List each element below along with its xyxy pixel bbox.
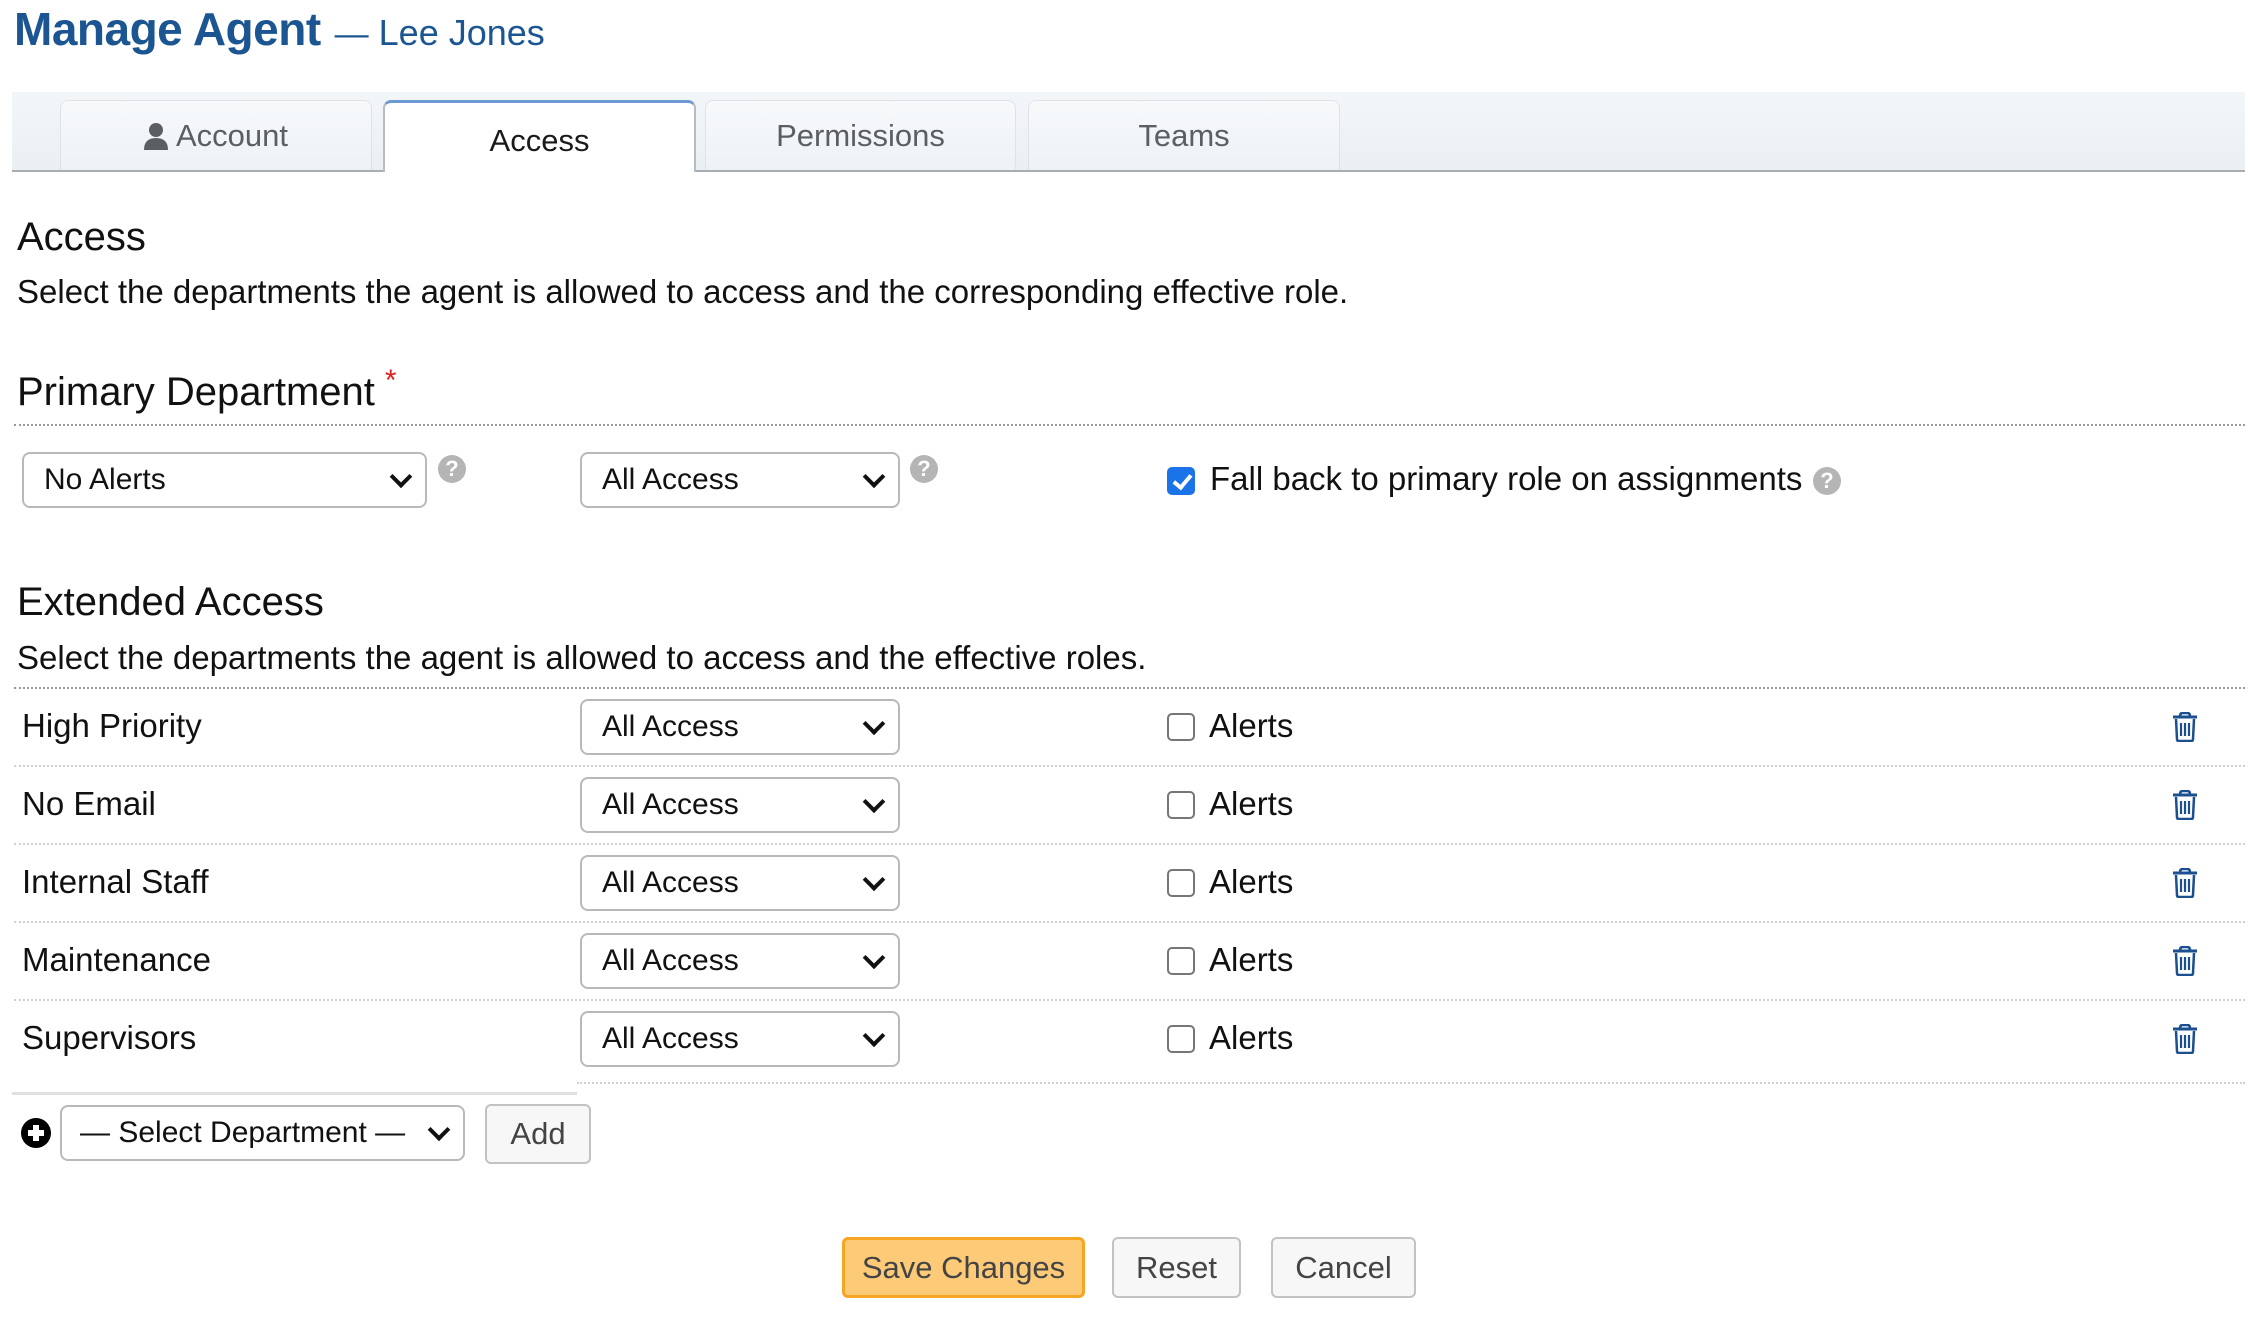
alerts-label: Alerts [1209, 941, 1294, 978]
tab-permissions-label: Permissions [776, 117, 945, 153]
role-select[interactable]: All Access [580, 699, 900, 755]
chevron-down-icon [389, 465, 413, 489]
row-divider [14, 765, 2245, 767]
tab-access-label: Access [489, 122, 590, 158]
tab-permissions[interactable]: Permissions [705, 100, 1016, 170]
role-select[interactable]: All Access [580, 933, 900, 989]
add-department-value: — Select Department — [80, 1116, 406, 1149]
primary-divider [14, 424, 2245, 426]
chevron-down-icon [862, 465, 886, 489]
alerts-checkbox[interactable] [1167, 869, 1195, 897]
role-select[interactable]: All Access [580, 777, 900, 833]
trash-icon[interactable] [2172, 867, 2198, 899]
agent-name: Lee Jones [378, 12, 545, 53]
fallback-label: Fall back to primary role on assignments [1210, 460, 1803, 497]
alerts-label: Alerts [1209, 863, 1294, 900]
role-select[interactable]: All Access [580, 1011, 900, 1067]
add-department-select[interactable]: — Select Department — [60, 1105, 465, 1161]
help-icon[interactable]: ? [438, 455, 466, 483]
tab-account-label: Account [175, 117, 288, 153]
row-divider [14, 921, 2245, 923]
primary-department-value: No Alerts [44, 463, 166, 496]
extended-access-description: Select the departments the agent is allo… [17, 639, 1147, 676]
chevron-down-icon [427, 1118, 451, 1142]
help-icon[interactable]: ? [1813, 467, 1841, 495]
tab-account[interactable]: Account [60, 100, 372, 170]
tab-access[interactable]: Access [383, 100, 696, 172]
alerts-checkbox[interactable] [1167, 947, 1195, 975]
chevron-down-icon [862, 868, 886, 892]
role-value: All Access [602, 944, 739, 977]
alerts-checkbox[interactable] [1167, 791, 1195, 819]
alerts-label: Alerts [1209, 1019, 1294, 1056]
role-select[interactable]: All Access [580, 855, 900, 911]
department-name: No Email [22, 785, 156, 822]
page-title: Manage Agent — Lee Jones [14, 2, 545, 64]
plus-circle-icon [21, 1118, 51, 1148]
tab-teams-label: Teams [1138, 117, 1230, 153]
trash-icon[interactable] [2172, 789, 2198, 821]
primary-role-value: All Access [602, 463, 739, 496]
extended-access-heading: Extended Access [17, 580, 324, 624]
page-title-main: Manage Agent [14, 3, 321, 55]
table-bottom-border [12, 1092, 577, 1095]
add-button[interactable]: Add [485, 1104, 591, 1164]
primary-role-select[interactable]: All Access [580, 452, 900, 508]
title-separator: — [334, 15, 369, 53]
alerts-checkbox[interactable] [1167, 713, 1195, 741]
access-description: Select the departments the agent is allo… [17, 273, 1349, 310]
row-divider [577, 1082, 2245, 1084]
user-icon [143, 122, 168, 150]
role-value: All Access [602, 1022, 739, 1055]
chevron-down-icon [862, 946, 886, 970]
role-value: All Access [602, 866, 739, 899]
row-divider [14, 999, 2245, 1001]
role-value: All Access [602, 710, 739, 743]
department-name: Supervisors [22, 1019, 197, 1056]
help-icon[interactable]: ? [910, 455, 938, 483]
alerts-label: Alerts [1209, 707, 1294, 744]
required-marker: * [384, 364, 397, 397]
tab-bar: Account Access Permissions Teams [12, 92, 2245, 172]
cancel-button[interactable]: Cancel [1271, 1237, 1416, 1298]
chevron-down-icon [862, 790, 886, 814]
extended-divider [14, 687, 2245, 689]
department-name: Maintenance [22, 941, 211, 978]
fallback-checkbox[interactable] [1167, 467, 1195, 495]
primary-department-heading-text: Primary Department [17, 370, 375, 414]
trash-icon[interactable] [2172, 945, 2198, 977]
row-divider [14, 843, 2245, 845]
reset-button[interactable]: Reset [1112, 1237, 1241, 1298]
primary-department-heading: Primary Department * [17, 364, 397, 415]
department-name: Internal Staff [22, 863, 209, 900]
save-changes-button[interactable]: Save Changes [842, 1237, 1085, 1298]
trash-icon[interactable] [2172, 1023, 2198, 1055]
access-heading: Access [17, 215, 146, 259]
department-name: High Priority [22, 707, 202, 744]
chevron-down-icon [862, 712, 886, 736]
tab-teams[interactable]: Teams [1028, 100, 1340, 170]
alerts-label: Alerts [1209, 785, 1294, 822]
alerts-checkbox[interactable] [1167, 1025, 1195, 1053]
primary-department-select[interactable]: No Alerts [22, 452, 427, 508]
role-value: All Access [602, 788, 739, 821]
trash-icon[interactable] [2172, 711, 2198, 743]
chevron-down-icon [862, 1024, 886, 1048]
